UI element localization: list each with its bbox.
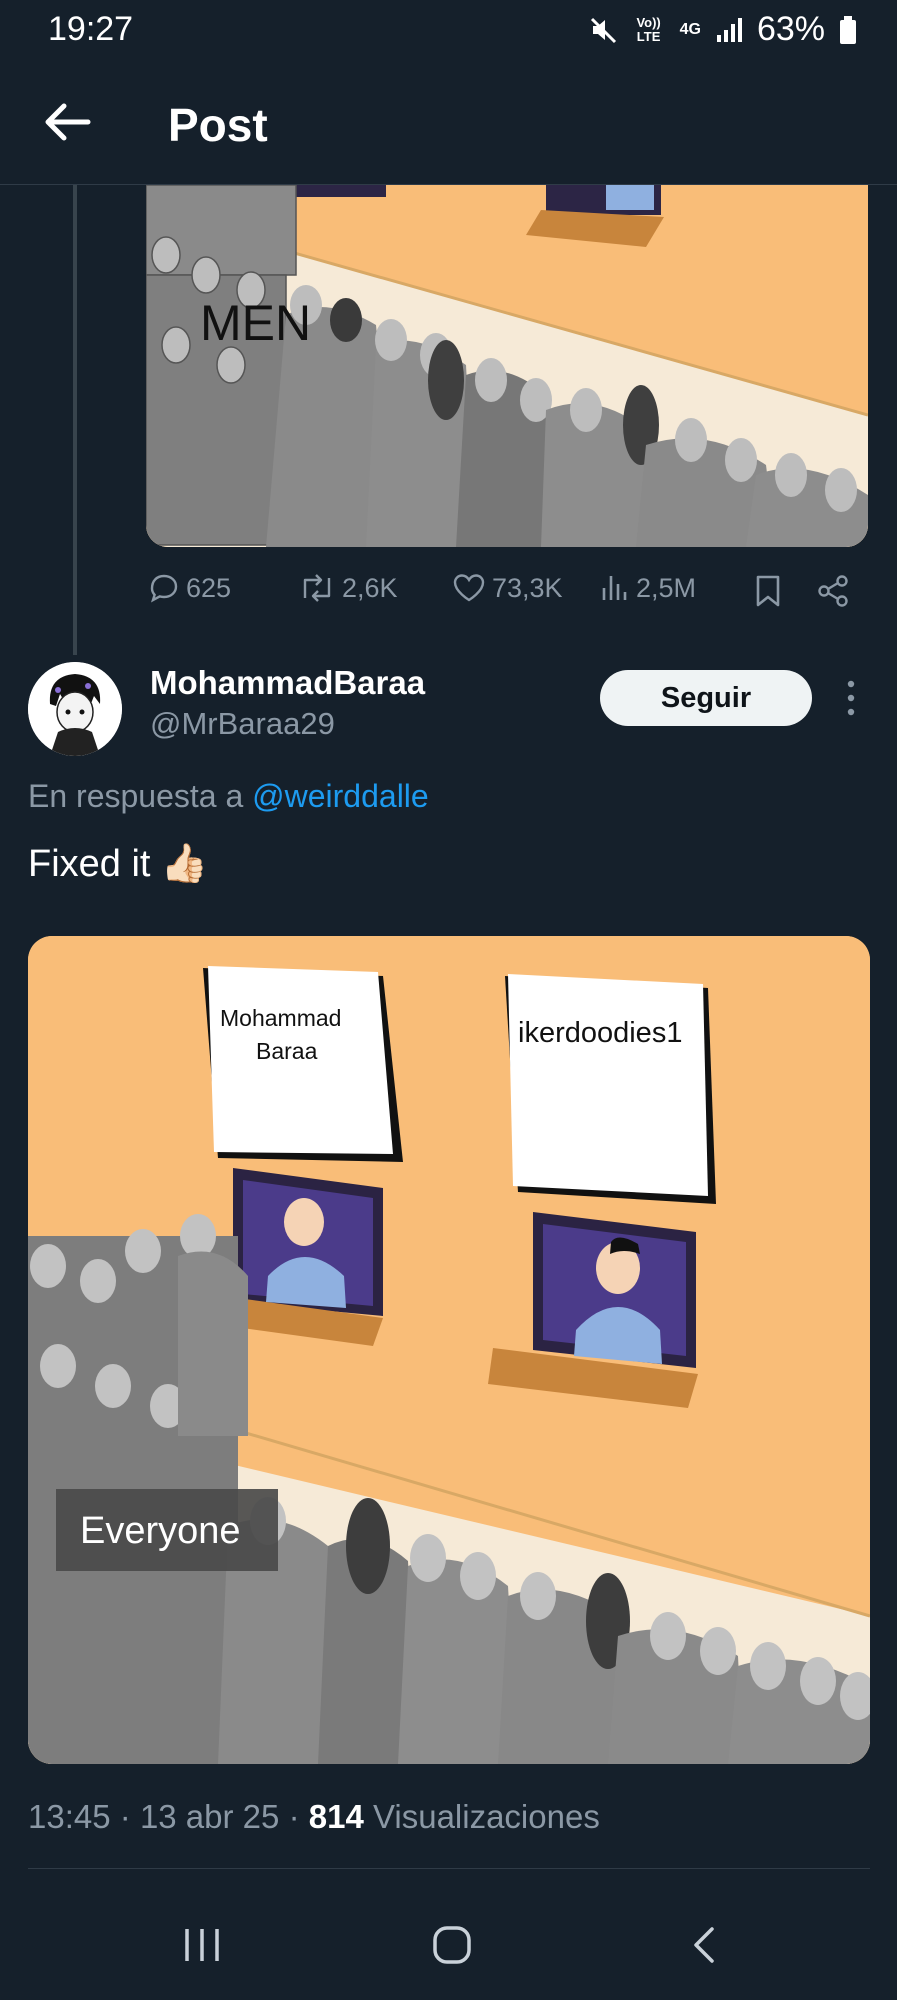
views-chart-icon (602, 576, 627, 600)
avatar[interactable] (28, 662, 122, 756)
reply-mention-link[interactable]: @weirddalle (252, 778, 429, 814)
reply-prefix: En respuesta a (28, 778, 244, 814)
volte-indicator: Vo)) LTE (636, 14, 661, 44)
original-post-image[interactable]: MEN (146, 185, 868, 547)
back-nav-icon[interactable] (690, 1925, 718, 1965)
post-date: 13 abr 25 (139, 1798, 280, 1835)
reply-count: 625 (186, 572, 232, 603)
system-nav-bar (0, 1895, 897, 2000)
bookmark-icon[interactable] (754, 574, 782, 608)
user-handle[interactable]: @MrBaraa29 (150, 706, 335, 742)
mute-icon (590, 17, 616, 43)
tweet-body: Fixed it (28, 842, 151, 885)
views-total: 814 (308, 1798, 364, 1835)
avatar-illustration (28, 662, 122, 756)
signal-icon (716, 17, 742, 42)
like-action[interactable]: 73,3K (452, 572, 563, 604)
views-count: 2,5M (636, 572, 697, 603)
page-title: Post (168, 99, 268, 151)
status-icons: Vo)) LTE 4G 63% (588, 10, 857, 49)
sign-left-line2: Baraa (256, 1038, 318, 1064)
meme-caption-men: MEN (200, 295, 311, 351)
heart-icon (453, 574, 485, 602)
recent-apps-icon[interactable] (182, 1927, 222, 1963)
everyone-label: Everyone (80, 1510, 241, 1552)
post-meta: 13:45 · 13 abr 25 · 814 Visualizaciones (28, 1798, 600, 1836)
display-name[interactable]: MohammadBaraa (150, 664, 425, 702)
thumbs-up-emoji: 👍🏻 (160, 843, 208, 885)
repost-count: 2,6K (342, 572, 398, 603)
status-time: 19:27 (48, 10, 134, 48)
repost-icon (303, 574, 331, 602)
repost-action[interactable]: 2,6K (298, 572, 398, 604)
meta-separator: · (288, 1798, 309, 1835)
home-icon[interactable] (432, 1925, 472, 1965)
like-count: 73,3K (492, 572, 563, 603)
more-options-icon[interactable] (844, 678, 858, 718)
comment-icon (150, 574, 178, 603)
tweet-text: Fixed it 👍🏻 (28, 842, 208, 886)
battery-icon (840, 15, 856, 44)
thread-connector-line (73, 185, 77, 655)
reply-meme-image[interactable]: Mohammad Baraa ikerdoodies1 Everyone (28, 936, 870, 1764)
share-icon[interactable] (816, 574, 850, 608)
post-time: 13:45 (28, 1798, 111, 1835)
meta-separator: · (119, 1798, 140, 1835)
reply-context: En respuesta a @weirddalle (28, 778, 429, 815)
divider (28, 1868, 870, 1869)
views-label: Visualizaciones (372, 1798, 600, 1835)
queue-illustration: MEN (146, 185, 868, 547)
reply-action[interactable]: 625 (148, 572, 231, 604)
top-app-bar: Post (0, 60, 897, 185)
network-gen-indicator: 4G (679, 20, 701, 38)
meme-illustration: Mohammad Baraa ikerdoodies1 Everyone (28, 936, 870, 1764)
sign-right-label: ikerdoodies1 (518, 1017, 682, 1049)
status-bar: 19:27 Vo)) LTE 4G 63% (0, 0, 897, 60)
sign-left-line1: Mohammad (220, 1005, 341, 1031)
back-arrow-icon[interactable] (40, 100, 92, 144)
views-action[interactable]: 2,5M (600, 572, 696, 604)
follow-button[interactable]: Seguir (600, 670, 812, 726)
battery-percent: 63% (756, 10, 825, 48)
